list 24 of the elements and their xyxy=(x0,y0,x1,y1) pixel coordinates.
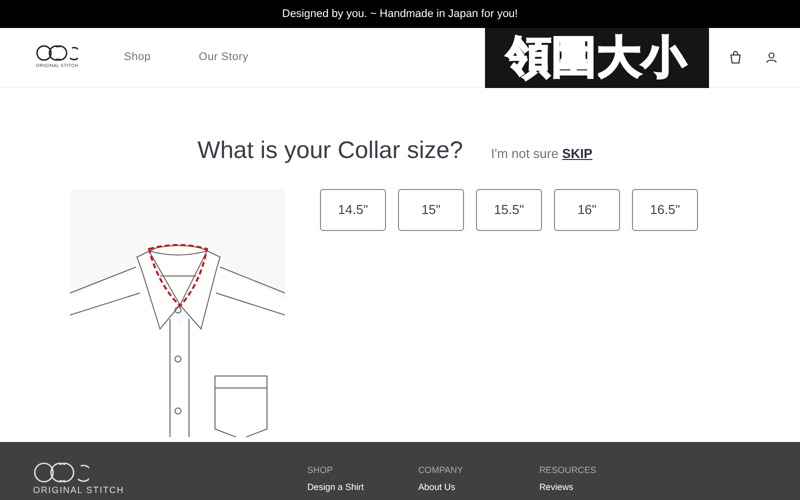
logo-text: ORIGINAL STITCH xyxy=(33,486,124,495)
size-option[interactable]: 14.5" xyxy=(320,189,386,231)
hint-text: I'm not sure xyxy=(490,146,558,161)
skip-link[interactable]: SKIP xyxy=(562,146,592,161)
size-option[interactable]: 15.5" xyxy=(476,189,542,231)
size-option[interactable]: 15" xyxy=(398,189,464,231)
size-option[interactable]: 16" xyxy=(554,189,620,231)
user-icon[interactable] xyxy=(766,52,777,63)
annotation-caption: 領圍大小 xyxy=(506,36,688,80)
nav-link[interactable]: Our Story xyxy=(198,49,248,66)
footer-link[interactable]: Reviews xyxy=(539,483,650,492)
footer-link[interactable]: Design a Shirt xyxy=(307,483,418,492)
footer-heading: COMPANY xyxy=(418,466,464,475)
nav-link[interactable]: Shop xyxy=(124,49,151,66)
footer-link[interactable]: About Us xyxy=(418,483,540,492)
footer-heading: RESOURCES xyxy=(539,466,598,475)
question-title: What is your Collar size? xyxy=(198,136,463,166)
announcement-text: Designed by you. ~ Handmade in Japan for you! xyxy=(282,6,518,22)
logo-icon xyxy=(33,462,89,483)
shopping-bag-icon[interactable] xyxy=(730,51,741,64)
design-button[interactable]: 領圍大小 xyxy=(485,28,709,88)
logo-icon xyxy=(36,45,78,62)
size-option[interactable]: 16.5" xyxy=(632,189,698,231)
footer-heading: SHOP xyxy=(307,466,334,475)
